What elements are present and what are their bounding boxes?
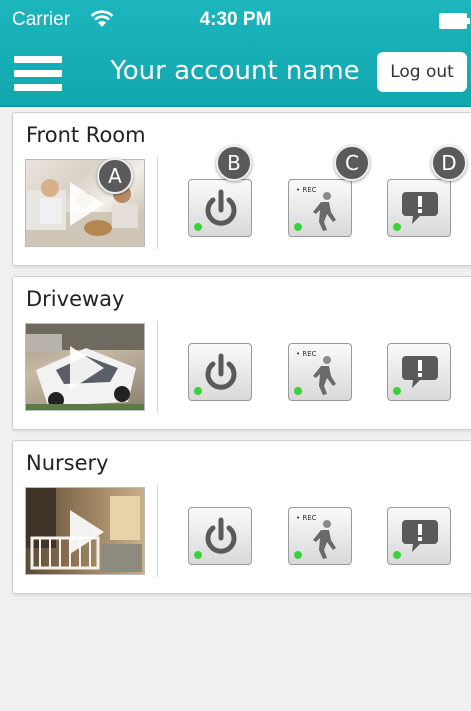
play-icon bbox=[70, 510, 104, 554]
status-dot bbox=[194, 551, 202, 559]
battery-icon bbox=[439, 13, 470, 29]
power-button[interactable] bbox=[188, 179, 252, 237]
power-button[interactable] bbox=[188, 343, 252, 401]
status-dot bbox=[194, 387, 202, 395]
divider bbox=[157, 321, 158, 413]
camera-thumbnail[interactable] bbox=[25, 487, 145, 575]
alert-button[interactable] bbox=[387, 179, 451, 237]
status-bar: Carrier 4:30 PM bbox=[0, 0, 471, 38]
annotation-badge-a: A bbox=[97, 158, 133, 194]
motion-record-button[interactable]: • REC bbox=[288, 343, 352, 401]
play-icon bbox=[70, 346, 104, 390]
camera-name: Front Room bbox=[26, 123, 146, 147]
status-dot bbox=[393, 551, 401, 559]
status-dot bbox=[393, 387, 401, 395]
camera-name: Driveway bbox=[26, 287, 125, 311]
header-bar: Carrier 4:30 PM Your account name Log ou… bbox=[0, 0, 471, 107]
status-dot bbox=[393, 223, 401, 231]
page-title: Your account name bbox=[110, 56, 360, 86]
annotation-badge-d: D bbox=[431, 145, 467, 181]
motion-record-button[interactable]: • REC bbox=[288, 179, 352, 237]
camera-card-nursery: Nursery • REC bbox=[12, 440, 471, 594]
power-button[interactable] bbox=[188, 507, 252, 565]
status-dot bbox=[194, 223, 202, 231]
camera-name: Nursery bbox=[26, 451, 109, 475]
camera-card-driveway: Driveway • REC bbox=[12, 276, 471, 430]
clock: 4:30 PM bbox=[199, 9, 272, 30]
alert-button[interactable] bbox=[387, 343, 451, 401]
divider bbox=[157, 485, 158, 577]
status-dot bbox=[294, 223, 302, 231]
annotation-badge-b: B bbox=[216, 145, 252, 181]
status-dot bbox=[294, 387, 302, 395]
camera-card-front-room: Front Room • REC bbox=[12, 112, 471, 266]
play-icon bbox=[70, 182, 104, 226]
motion-record-button[interactable]: • REC bbox=[288, 507, 352, 565]
logout-button[interactable]: Log out bbox=[377, 52, 467, 92]
nav-bar: Your account name Log out bbox=[0, 38, 471, 106]
divider bbox=[157, 157, 158, 249]
camera-thumbnail[interactable] bbox=[25, 323, 145, 411]
alert-button[interactable] bbox=[387, 507, 451, 565]
menu-icon[interactable] bbox=[14, 56, 62, 92]
annotation-badge-c: C bbox=[334, 145, 370, 181]
status-dot bbox=[294, 551, 302, 559]
